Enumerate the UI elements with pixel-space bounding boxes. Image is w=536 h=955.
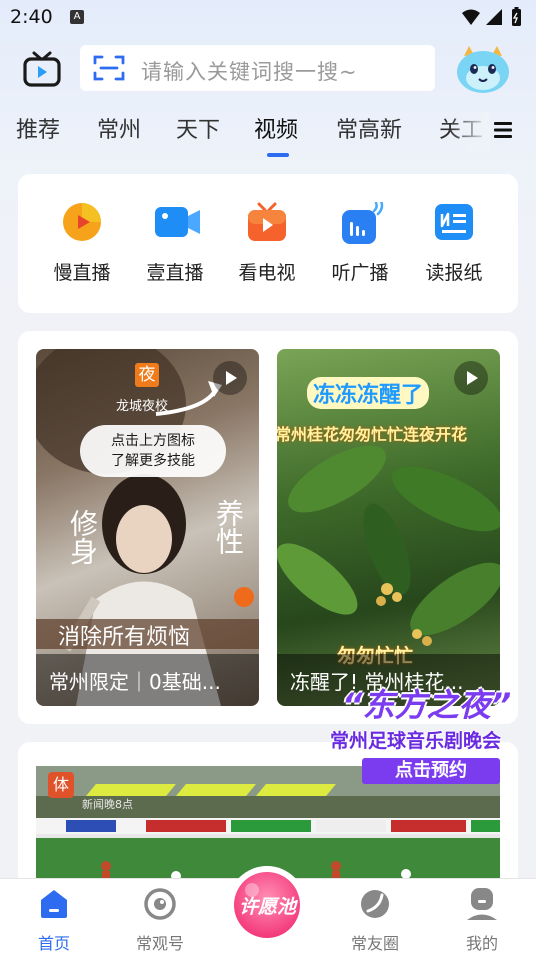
home-icon xyxy=(37,887,71,921)
quick-slow-live[interactable]: 慢直播 xyxy=(42,196,122,285)
wish-pool-label: 许愿池 xyxy=(239,896,297,918)
radio-icon xyxy=(340,199,384,244)
video-item-osmanthus[interactable]: 冻冻冻醒了 常州桂花匆匆忙忙连夜开花 匆匆忙忙 冻醒了! 常州桂花... xyxy=(277,349,500,706)
active-tab-indicator xyxy=(267,153,289,157)
slow-live-icon xyxy=(62,202,102,242)
video-item-night-school[interactable]: 夜 龙城夜校 点击上方图标 了解更多技能 修身 养性 消除所有烦恼 常州限定｜0… xyxy=(36,349,259,706)
tv-button[interactable] xyxy=(22,50,62,88)
promo-subtitle: 常州足球音乐剧晚会 xyxy=(330,730,502,752)
night-school-title: 龙城夜校 xyxy=(116,399,169,414)
quick-links-card: 慢直播 壹直播 看电视 听广播 读报纸 xyxy=(18,174,518,313)
reserve-button[interactable]: 点击预约 xyxy=(362,758,500,784)
tab-changzhou[interactable]: 常州 xyxy=(97,112,141,144)
play-icon xyxy=(213,361,247,395)
tab-home[interactable]: 首页 xyxy=(14,887,94,954)
osmanthus-headline: 冻冻冻醒了 xyxy=(307,377,430,409)
overlay-xiushen: 修身 xyxy=(66,509,99,565)
video-caption: 常州限定｜0基础... xyxy=(36,654,259,706)
quick-newspaper[interactable]: 读报纸 xyxy=(414,196,494,285)
overlay-bottom: 消除所有烦恼 xyxy=(58,625,191,650)
search-bar[interactable]: 请输入关键词搜一搜~ xyxy=(80,45,435,91)
wifi-signal-battery-icon xyxy=(462,7,521,26)
tab-high-tech[interactable]: 常高新 xyxy=(336,112,402,144)
promo-title: “东方之夜” xyxy=(342,686,512,724)
night-school-bubble: 点击上方图标 了解更多技能 xyxy=(80,425,226,477)
scan-icon[interactable] xyxy=(93,54,125,86)
tab-recommend[interactable]: 推荐 xyxy=(16,112,60,144)
tab-profile[interactable]: 我的 xyxy=(442,887,522,954)
quick-label: 慢直播 xyxy=(53,262,111,284)
quick-label: 听广播 xyxy=(331,262,389,284)
status-icons xyxy=(460,7,526,33)
quick-label: 看电视 xyxy=(238,262,296,284)
tv-icon xyxy=(23,51,61,87)
tab-wish-pool[interactable]: 许愿池 xyxy=(228,866,306,944)
osmanthus-subline: 常州桂花匆匆忙忙连夜开花 xyxy=(277,425,468,444)
tab-friend-circle[interactable]: 常友圈 xyxy=(335,887,415,954)
play-icon xyxy=(454,361,488,395)
quick-watch-tv[interactable]: 看电视 xyxy=(227,196,307,285)
promo-badge[interactable]: “东方之夜” 常州足球音乐剧晚会 点击预约 xyxy=(328,678,536,784)
overlay-yangxing: 养性 xyxy=(212,499,245,555)
night-badge: 夜 xyxy=(135,363,159,387)
search-placeholder: 请输入关键词搜一搜~ xyxy=(141,60,358,84)
mascot-avatar[interactable] xyxy=(452,42,514,96)
profile-icon xyxy=(465,887,499,921)
tv-play-icon xyxy=(247,202,287,242)
tab-video[interactable]: 视频 xyxy=(254,112,298,144)
friend-circle-icon xyxy=(358,887,392,921)
status-bar: 2:40 A xyxy=(0,0,536,36)
quick-radio[interactable]: 听广播 xyxy=(320,196,400,285)
quick-live[interactable]: 壹直播 xyxy=(135,196,215,285)
tabs-fade xyxy=(450,112,490,152)
sports-tag: 体 xyxy=(48,772,74,798)
eye-icon xyxy=(143,887,177,921)
status-time: 2:40 xyxy=(10,6,53,28)
notification-icon: A xyxy=(70,10,84,24)
live-camera-icon xyxy=(155,202,200,242)
quick-label: 读报纸 xyxy=(425,262,483,284)
tab-world[interactable]: 天下 xyxy=(176,112,220,144)
newspaper-icon xyxy=(434,202,474,242)
video-card: 夜 龙城夜校 点击上方图标 了解更多技能 修身 养性 消除所有烦恼 常州限定｜0… xyxy=(18,331,518,724)
quick-label: 壹直播 xyxy=(146,262,204,284)
channel-tabs: 推荐 常州 天下 视频 常高新 关工 xyxy=(0,112,536,162)
news-source: 新闻晚8点 xyxy=(82,798,133,811)
tab-changguan[interactable]: 常观号 xyxy=(120,887,200,954)
menu-icon[interactable] xyxy=(493,120,513,140)
